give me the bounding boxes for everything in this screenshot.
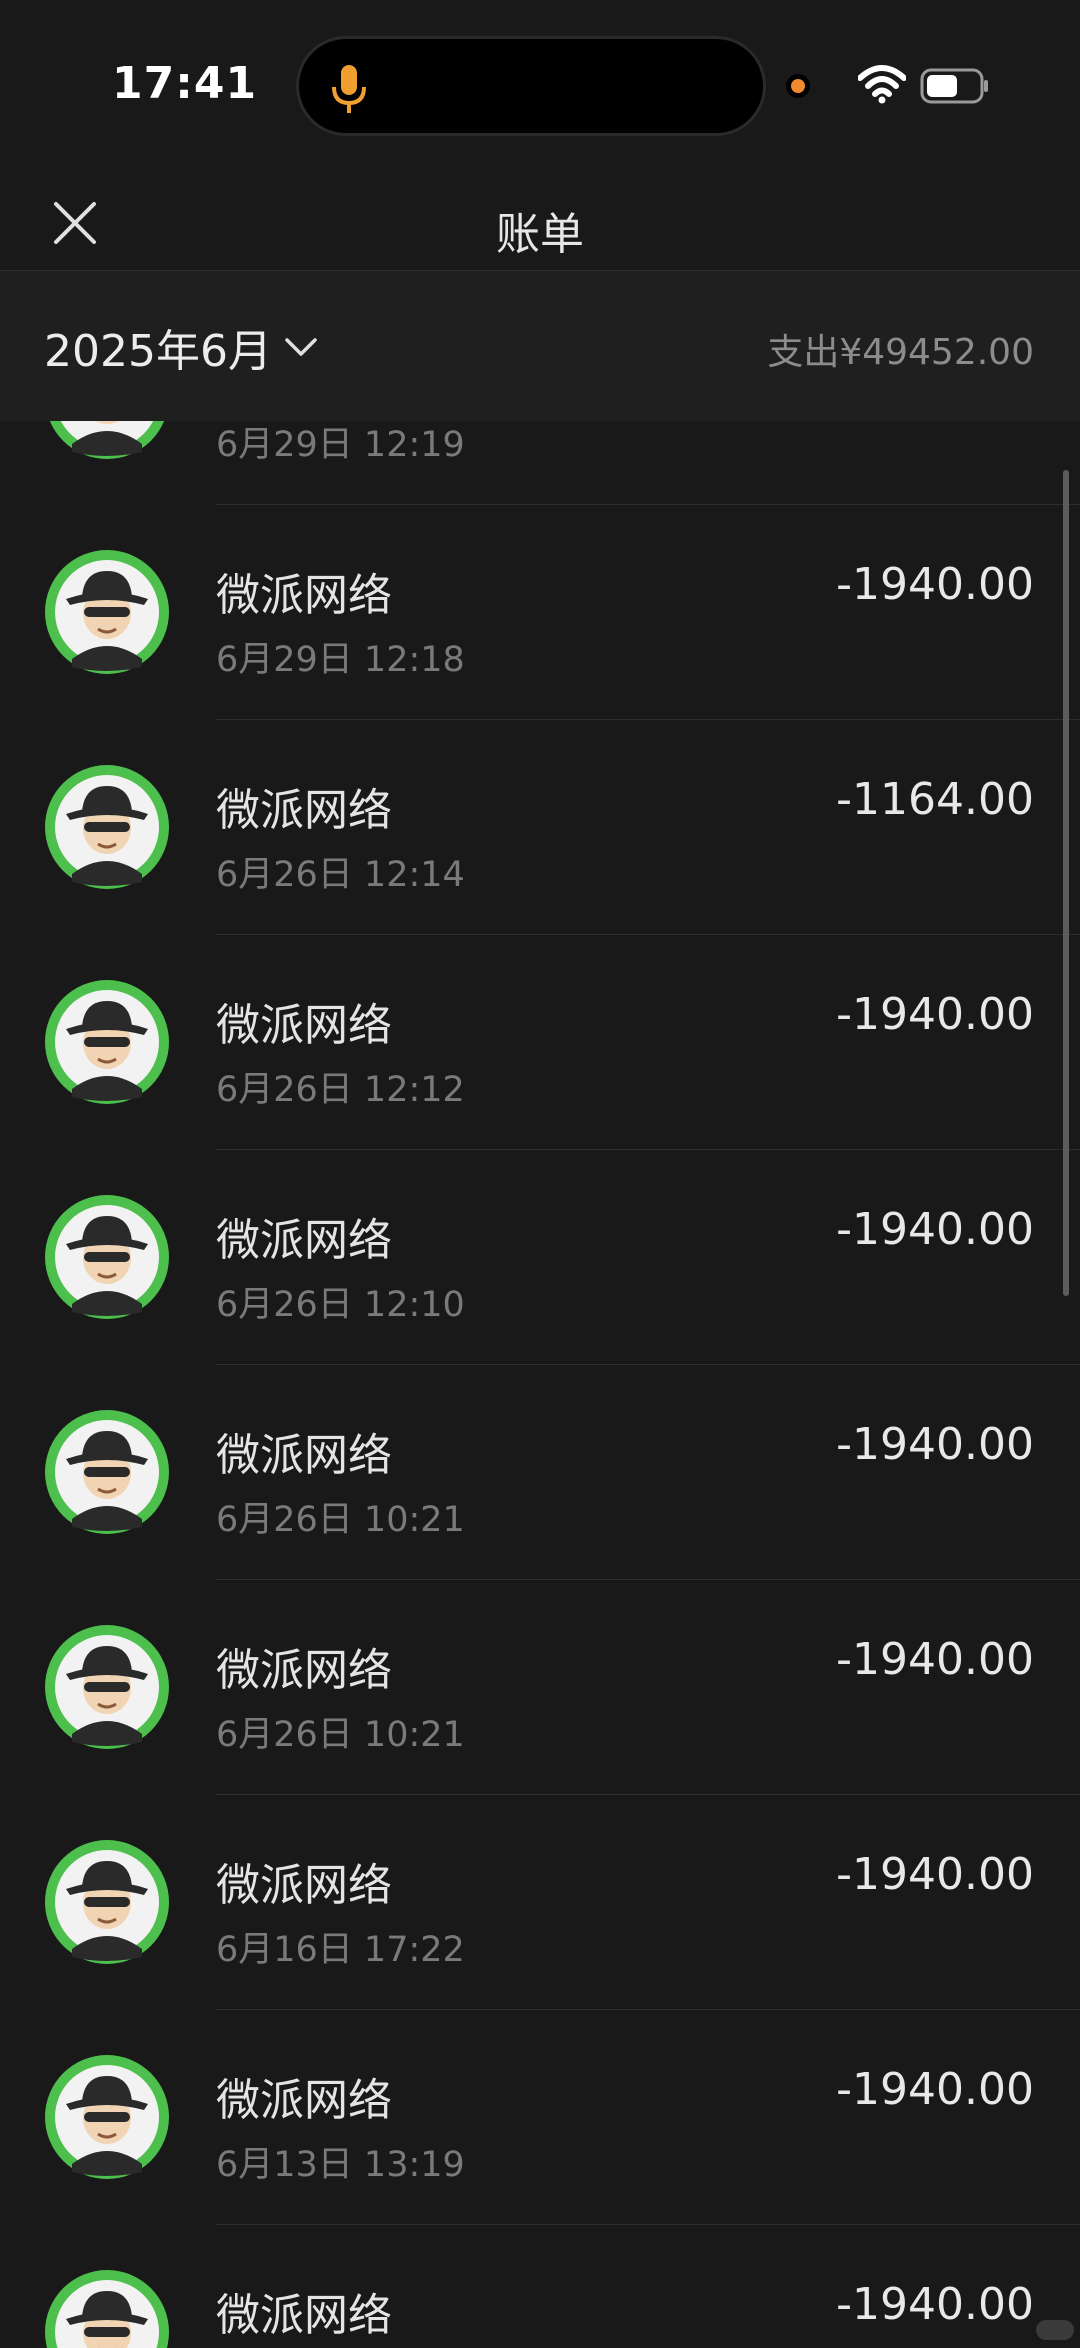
filter-bar: 2025年6月 支出¥49452.00: [0, 271, 1080, 421]
month-label: 2025年6月: [44, 326, 272, 377]
status-time: 17:41: [112, 58, 258, 109]
avatar: [45, 550, 169, 674]
list-item[interactable]: 微派网络 6月26日 10:21 -1940.00: [0, 1580, 1080, 1795]
transaction-amount: -1164.00: [836, 774, 1034, 825]
list-item[interactable]: 微派网络 6月16日 17:22 -1940.00: [0, 1795, 1080, 2010]
transaction-amount: -1940.00: [836, 2279, 1034, 2330]
watermark: [1036, 2320, 1074, 2340]
month-selector[interactable]: 2025年6月: [44, 315, 318, 379]
list-item[interactable]: 微派网络 6月29日 12:18 -1940.00: [0, 505, 1080, 720]
transaction-time: 6月26日 10:21: [216, 1500, 465, 1540]
transaction-time: 6月16日 17:22: [216, 1930, 465, 1970]
spend-summary: 支出¥49452.00: [767, 332, 1034, 373]
dynamic-island: [296, 36, 766, 136]
merchant-name: 微派网络: [216, 785, 392, 836]
avatar: [45, 980, 169, 1104]
scrollbar[interactable]: [1063, 470, 1069, 1296]
battery-icon: [920, 68, 988, 104]
avatar: [45, 1625, 169, 1749]
transaction-list[interactable]: 微派网络 6月29日 12:19 588.00 微派网络 6月29日 12:18…: [0, 421, 1080, 2348]
transaction-amount: -1940.00: [836, 2064, 1034, 2115]
list-item[interactable]: 微派网络 6月29日 12:19 588.00: [0, 421, 1080, 505]
status-bar: 17:41: [0, 0, 1080, 170]
merchant-name: 微派网络: [216, 570, 392, 621]
list-item[interactable]: 微派网络 6月26日 10:21 -1940.00: [0, 1365, 1080, 1580]
avatar: [45, 765, 169, 889]
avatar: [49, 421, 165, 459]
merchant-name: 微派网络: [216, 2075, 392, 2126]
avatar: [45, 1195, 169, 1319]
merchant-name: 微派网络: [216, 1000, 392, 1051]
merchant-name: 微派网络: [216, 1860, 392, 1911]
avatar: [45, 1840, 169, 1964]
transaction-time: 6月29日 12:18: [216, 640, 465, 680]
transaction-time: 6月29日 12:19: [216, 425, 465, 465]
merchant-name: 微派网络: [216, 1645, 392, 1696]
transaction-time: 6月26日 12:12: [216, 1070, 465, 1110]
merchant-name: 微派网络: [216, 2290, 392, 2341]
transaction-time: 6月26日 12:10: [216, 1285, 465, 1325]
avatar: [45, 2270, 169, 2348]
merchant-name: 微派网络: [216, 1215, 392, 1266]
transaction-amount: -1940.00: [836, 1204, 1034, 1255]
transaction-amount: -1940.00: [836, 559, 1034, 610]
microphone-icon: [332, 65, 366, 113]
list-item[interactable]: 微派网络 6月26日 12:10 -1940.00: [0, 1150, 1080, 1365]
transaction-amount: -1940.00: [836, 1419, 1034, 1470]
recording-indicator: [786, 74, 810, 98]
merchant-name: 微派网络: [216, 1430, 392, 1481]
transaction-time: 6月13日 13:19: [216, 2145, 465, 2185]
page-title: 账单: [496, 209, 584, 260]
wifi-icon: [858, 65, 906, 104]
transaction-time: 6月26日 10:21: [216, 1715, 465, 1755]
chevron-down-icon: [285, 338, 317, 356]
transaction-amount: -1940.00: [836, 1849, 1034, 1900]
transaction-amount: -1940.00: [836, 1634, 1034, 1685]
list-item[interactable]: 微派网络 6月26日 12:12 -1940.00: [0, 935, 1080, 1150]
list-item[interactable]: 微派网络 6月13日 13:19 -1940.00: [0, 2010, 1080, 2225]
avatar: [45, 1410, 169, 1534]
transaction-time: 6月26日 12:14: [216, 855, 465, 895]
nav-bar: 账单: [0, 170, 1080, 271]
list-item[interactable]: 微派网络 6月26日 12:14 -1164.00: [0, 720, 1080, 935]
transaction-amount: -1940.00: [836, 989, 1034, 1040]
avatar: [45, 2055, 169, 2179]
list-item[interactable]: 微派网络 -1940.00: [0, 2225, 1080, 2348]
